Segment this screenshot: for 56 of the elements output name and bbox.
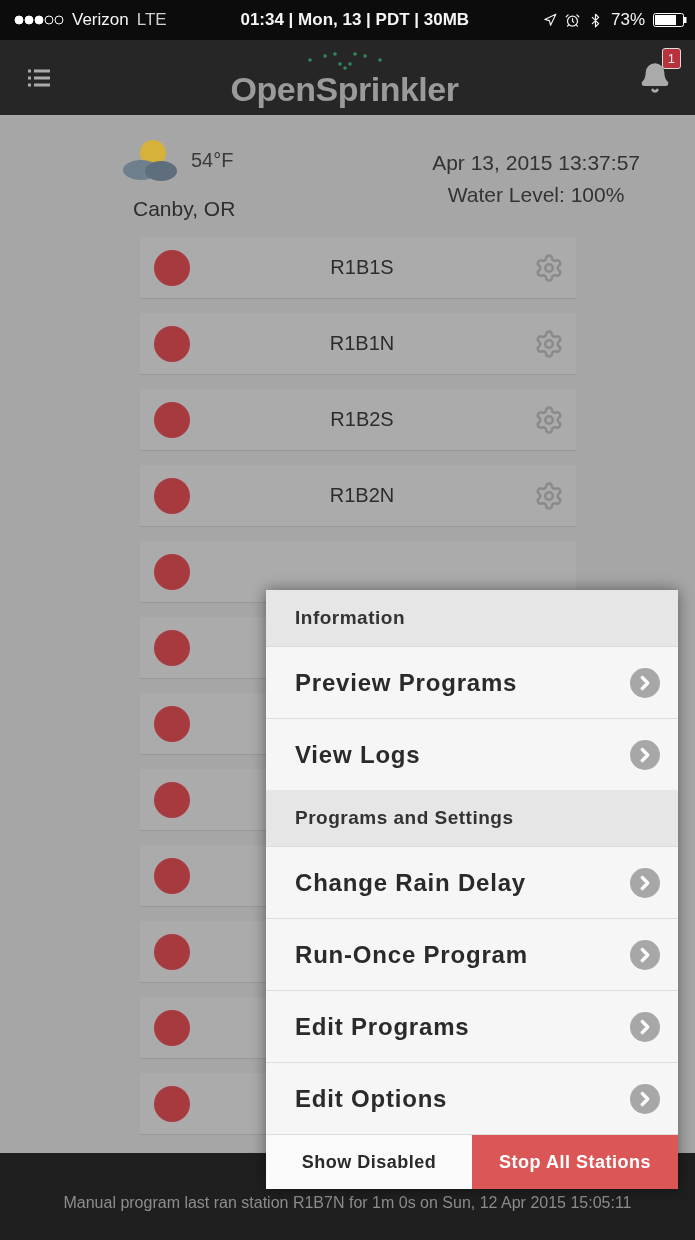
status-dot xyxy=(154,857,190,894)
chevron-icon xyxy=(630,1011,660,1042)
status-dot xyxy=(154,933,190,970)
status-dot xyxy=(154,781,190,818)
notification-badge: 1 xyxy=(661,47,681,69)
signal-icon xyxy=(14,15,64,25)
status-dot xyxy=(154,629,190,666)
status-dot xyxy=(154,553,190,590)
section-header: Programs and Settings xyxy=(266,790,678,846)
settings-icon[interactable] xyxy=(534,252,564,283)
battery-icon xyxy=(653,13,687,27)
water-level: Water Level: 100% xyxy=(447,183,625,207)
settings-icon[interactable] xyxy=(534,404,564,435)
alarm-icon xyxy=(564,12,580,28)
menu-item[interactable]: Edit Programs xyxy=(266,990,678,1062)
chevron-icon xyxy=(630,939,660,970)
menu-item[interactable]: View Logs xyxy=(266,718,678,790)
status-dot xyxy=(154,1085,190,1122)
station-row[interactable]: R1B2S xyxy=(140,389,576,451)
station-name: R1B1N xyxy=(328,332,396,355)
menu-item[interactable]: Change Rain Delay xyxy=(266,846,678,918)
status-time: 01:34 | Mon, 13 | PDT | 30MB xyxy=(240,10,470,30)
settings-icon[interactable] xyxy=(534,328,564,359)
controller-datetime: Apr 13, 2015 13:37:57 xyxy=(432,151,640,175)
station-name: R1B1S xyxy=(329,256,395,279)
status-dot xyxy=(154,1009,190,1046)
notification-icon[interactable] xyxy=(639,61,671,94)
status-dot xyxy=(154,401,190,438)
section-header: Information xyxy=(266,590,678,646)
app-logo: OpenSprinkler xyxy=(230,70,459,109)
menu-icon[interactable] xyxy=(28,68,50,87)
status-dot xyxy=(154,705,190,742)
last-run-message: Manual program last ran station R1B7N for 1m 0s on Sun, 12 Apr 2015 15:05:11 xyxy=(63,1193,632,1213)
chevron-icon xyxy=(630,667,660,698)
location-icon xyxy=(542,13,557,27)
chevron-icon xyxy=(630,867,660,898)
chevron-icon xyxy=(630,739,660,770)
station-name: R1B2N xyxy=(328,484,396,507)
status-dot xyxy=(154,477,190,514)
carrier-name: Verizon xyxy=(72,10,129,30)
battery-percent: 73% xyxy=(610,10,645,30)
menu-item[interactable]: Preview Programs xyxy=(266,646,678,718)
network-type: LTE xyxy=(136,10,167,30)
station-row[interactable]: R1B2N xyxy=(140,465,576,527)
temperature: 54°F xyxy=(191,148,234,172)
status-dot xyxy=(154,249,190,286)
status-dot xyxy=(154,325,190,362)
station-row[interactable]: R1B1N xyxy=(140,313,576,375)
settings-icon[interactable] xyxy=(534,480,564,511)
location-name: Canby, OR xyxy=(133,197,236,221)
stop-button[interactable]: Stop All Stations xyxy=(472,1135,678,1189)
station-name: R1B2S xyxy=(329,408,395,431)
station-row[interactable]: R1B1S xyxy=(140,237,576,299)
chevron-icon xyxy=(630,1083,660,1114)
menu-item[interactable]: Run-Once Program xyxy=(266,918,678,990)
menu-item[interactable]: Edit Options xyxy=(266,1062,678,1134)
